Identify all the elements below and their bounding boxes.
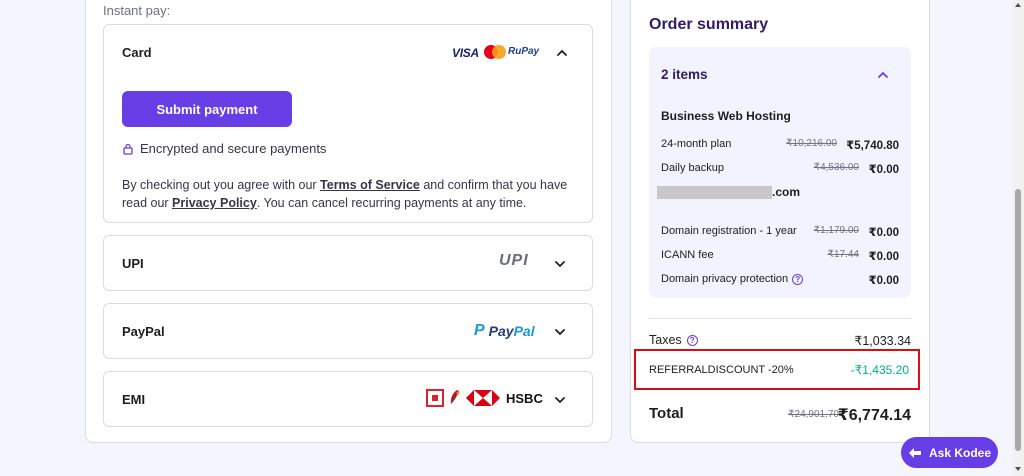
terms-suffix: . You can cancel recurring payments at a…: [256, 196, 527, 210]
row-label: Daily backup: [661, 162, 724, 174]
chevron-up-icon[interactable]: [877, 69, 889, 81]
secure-payments-note: Encrypted and secure payments: [122, 141, 326, 156]
row-label-wrap: Domain privacy protection?: [661, 273, 804, 285]
row-old-price: ₹17.44: [827, 249, 859, 260]
domain-tld: .com: [772, 185, 801, 199]
emi-payment-option[interactable]: EMI HSBC: [103, 371, 593, 427]
order-summary-title: Order summary: [649, 16, 769, 33]
emi-method-title: EMI: [122, 392, 146, 407]
paypal-logo: P PayPal: [474, 322, 535, 340]
paypal-mark-icon: P: [474, 322, 485, 339]
row-new-price: ₹0.00: [868, 251, 899, 263]
row-old-price: ₹10,216.00: [786, 138, 837, 149]
card-payment-panel: Card VISA RuPay Submit payment Encrypted…: [103, 24, 593, 223]
help-icon[interactable]: ?: [792, 273, 804, 285]
row-label: Domain registration - 1 year: [661, 225, 797, 237]
terms-prefix: By checking out you agree with our: [122, 178, 321, 192]
paypal-logo-pal: Pal: [513, 323, 535, 339]
total-new-price: ₹6,774.14: [837, 407, 911, 424]
hsbc-text: HSBC: [506, 390, 543, 406]
domain-name: .com: [657, 185, 800, 199]
privacy-policy-link[interactable]: Privacy Policy: [172, 196, 257, 210]
upi-logo: UPI: [499, 252, 529, 269]
ask-kodee-label: Ask Kodee: [928, 445, 992, 460]
scroll-down-arrow-icon[interactable]: [1015, 467, 1021, 471]
kodee-icon: [908, 447, 921, 458]
redacted-domain: [657, 185, 772, 199]
order-summary-card: Order summary 2 items Business Web Hosti…: [630, 0, 930, 443]
instant-pay-label: Instant pay:: [103, 3, 171, 18]
product-name: Business Web Hosting: [661, 109, 791, 123]
terms-text: By checking out you agree with our Terms…: [122, 176, 582, 212]
ask-kodee-button[interactable]: Ask Kodee: [901, 437, 998, 468]
taxes-label: Taxes: [649, 333, 682, 347]
paypal-logo-pay: Pay: [488, 323, 514, 339]
secure-text: Encrypted and secure payments: [140, 141, 327, 156]
summary-divider: [649, 318, 911, 319]
vertical-scrollbar[interactable]: [1012, 0, 1024, 476]
icici-logo-icon: [450, 390, 460, 404]
row-old-price: ₹1,179.00: [813, 225, 859, 236]
visa-logo: VISA: [452, 46, 479, 60]
card-method-title: Card: [122, 45, 152, 60]
taxes-value: ₹1,033.34: [854, 334, 911, 348]
bank-logo-icon: [426, 389, 444, 407]
upi-payment-option[interactable]: UPI UPI: [103, 235, 593, 291]
payment-methods-card: Instant pay: Card VISA RuPay Submit paym…: [85, 0, 612, 443]
chevron-down-icon[interactable]: [554, 394, 566, 406]
rupay-logo: RuPay: [508, 46, 540, 57]
row-label: ICANN fee: [661, 249, 714, 261]
order-items-box: 2 items Business Web Hosting 24-month pl…: [649, 47, 911, 298]
terms-of-service-link[interactable]: Terms of Service: [320, 178, 420, 192]
chevron-down-icon[interactable]: [554, 326, 566, 338]
referral-discount-highlight: REFERRALDISCOUNT -20% -₹1,435.20: [634, 349, 920, 390]
chevron-down-icon[interactable]: [554, 258, 566, 270]
help-icon[interactable]: ?: [686, 334, 698, 346]
items-count: 2 items: [661, 67, 708, 82]
total-old-price: ₹24,901.70: [788, 409, 839, 420]
referral-discount-label: REFERRALDISCOUNT -20%: [649, 364, 794, 376]
hsbc-hexagon-icon: [466, 390, 500, 406]
emi-bank-logos: HSBC: [426, 389, 543, 407]
paypal-method-title: PayPal: [122, 324, 165, 339]
row-new-price: ₹0.00: [868, 227, 899, 239]
upi-method-title: UPI: [122, 256, 144, 271]
referral-discount-value: -₹1,435.20: [850, 363, 909, 377]
submit-payment-button[interactable]: Submit payment: [122, 91, 292, 127]
mastercard-logo: [484, 45, 506, 59]
row-old-price: ₹4,536.00: [813, 162, 859, 173]
row-label: Domain privacy protection: [661, 273, 789, 285]
row-new-price: ₹5,740.80: [846, 140, 899, 152]
row-label: 24-month plan: [661, 138, 732, 150]
scroll-thumb[interactable]: [1015, 189, 1021, 451]
row-new-price: ₹0.00: [868, 164, 899, 176]
total-label: Total: [649, 405, 684, 422]
taxes-label-wrap: Taxes?: [649, 333, 698, 347]
lock-icon: [123, 143, 133, 155]
scroll-up-arrow-icon[interactable]: [1015, 3, 1021, 7]
paypal-payment-option[interactable]: PayPal P PayPal: [103, 303, 593, 359]
row-new-price: ₹0.00: [868, 275, 899, 287]
chevron-up-icon[interactable]: [556, 47, 568, 59]
